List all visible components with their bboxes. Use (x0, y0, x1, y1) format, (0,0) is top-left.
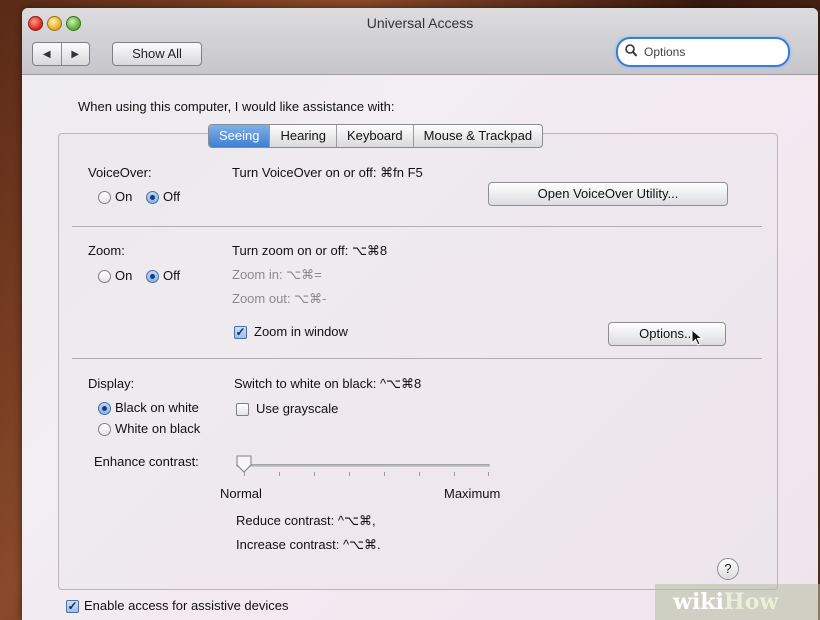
search-icon (625, 44, 638, 57)
watermark-wiki: wiki (673, 589, 724, 615)
assistive-devices-checkbox[interactable]: ✓ (66, 600, 79, 613)
universal-access-window: Universal Access ◀ ▶ Show All When using… (22, 8, 818, 620)
section-divider (72, 358, 762, 359)
voiceover-on-label: On (115, 189, 133, 204)
display-label: Display: (88, 376, 135, 391)
zoom-in-shortcut: Zoom in: ⌥⌘= (232, 267, 322, 282)
title-bar: Universal Access ◀ ▶ Show All (22, 8, 818, 75)
slider-tick (279, 472, 280, 476)
watermark-how: How (723, 589, 779, 615)
voiceover-shortcut: Turn VoiceOver on or off: ⌘fn F5 (232, 165, 423, 180)
zoom-label: Zoom: (88, 243, 125, 258)
slider-tick (314, 472, 315, 476)
zoom-options-button[interactable]: Options... (608, 322, 726, 346)
slider-tick (349, 472, 350, 476)
tab-seeing[interactable]: Seeing (209, 125, 270, 147)
zoom-off-radio[interactable] (146, 270, 159, 283)
help-button[interactable]: ? (717, 558, 739, 580)
back-forward-buttons: ◀ ▶ (32, 42, 90, 66)
intro-text: When using this computer, I would like a… (78, 99, 395, 114)
display-shortcut: Switch to white on black: ^⌥⌘8 (234, 376, 422, 391)
use-grayscale-checkbox[interactable] (236, 403, 249, 416)
tab-keyboard[interactable]: Keyboard (336, 125, 413, 147)
reduce-contrast-shortcut: Reduce contrast: ^⌥⌘, (236, 513, 376, 528)
forward-icon[interactable]: ▶ (60, 43, 90, 65)
white-on-black-radio[interactable] (98, 423, 111, 436)
show-all-button[interactable]: Show All (112, 42, 202, 66)
window-title: Universal Access (366, 15, 474, 31)
zoom-off-label: Off (163, 268, 181, 283)
search-input[interactable] (642, 42, 776, 62)
tab-mouse-trackpad[interactable]: Mouse & Trackpad (412, 125, 542, 147)
voiceover-label: VoiceOver: (88, 165, 152, 180)
slider-tick (384, 472, 385, 476)
contrast-slider-thumb[interactable] (236, 455, 252, 473)
zoom-in-window-label: Zoom in window (254, 324, 348, 339)
white-on-black-label: White on black (115, 421, 201, 436)
open-voiceover-utility-button[interactable]: Open VoiceOver Utility... (488, 182, 728, 206)
zoom-out-shortcut: Zoom out: ⌥⌘- (232, 291, 327, 306)
contrast-maximum-label: Maximum (444, 486, 501, 501)
zoom-on-radio[interactable] (98, 270, 111, 283)
increase-contrast-shortcut: Increase contrast: ^⌥⌘. (236, 537, 381, 552)
black-on-white-radio[interactable] (98, 402, 111, 415)
voiceover-off-radio[interactable] (146, 191, 159, 204)
tab-bar: Seeing Hearing Keyboard Mouse & Trackpad (208, 124, 544, 148)
black-on-white-label: Black on white (115, 400, 199, 415)
voiceover-off-label: Off (163, 189, 181, 204)
tab-hearing[interactable]: Hearing (269, 125, 336, 147)
section-divider (72, 226, 762, 227)
back-icon[interactable]: ◀ (33, 43, 61, 65)
assistive-devices-label: Enable access for assistive devices (84, 598, 289, 613)
enhance-contrast-slider[interactable] (236, 464, 490, 467)
wikihow-watermark: wikiHow (655, 584, 820, 620)
mouse-cursor-icon (691, 329, 704, 346)
slider-tick (419, 472, 420, 476)
slider-tick (488, 472, 489, 476)
enhance-contrast-label: Enhance contrast: (94, 454, 199, 469)
use-grayscale-label: Use grayscale (256, 401, 339, 416)
slider-tick (454, 472, 455, 476)
zoom-in-window-checkbox[interactable]: ✓ (234, 326, 247, 339)
search-field[interactable] (616, 37, 790, 67)
voiceover-on-radio[interactable] (98, 191, 111, 204)
zoom-shortcut: Turn zoom on or off: ⌥⌘8 (232, 243, 388, 258)
zoom-on-label: On (115, 268, 133, 283)
contrast-normal-label: Normal (220, 486, 262, 501)
